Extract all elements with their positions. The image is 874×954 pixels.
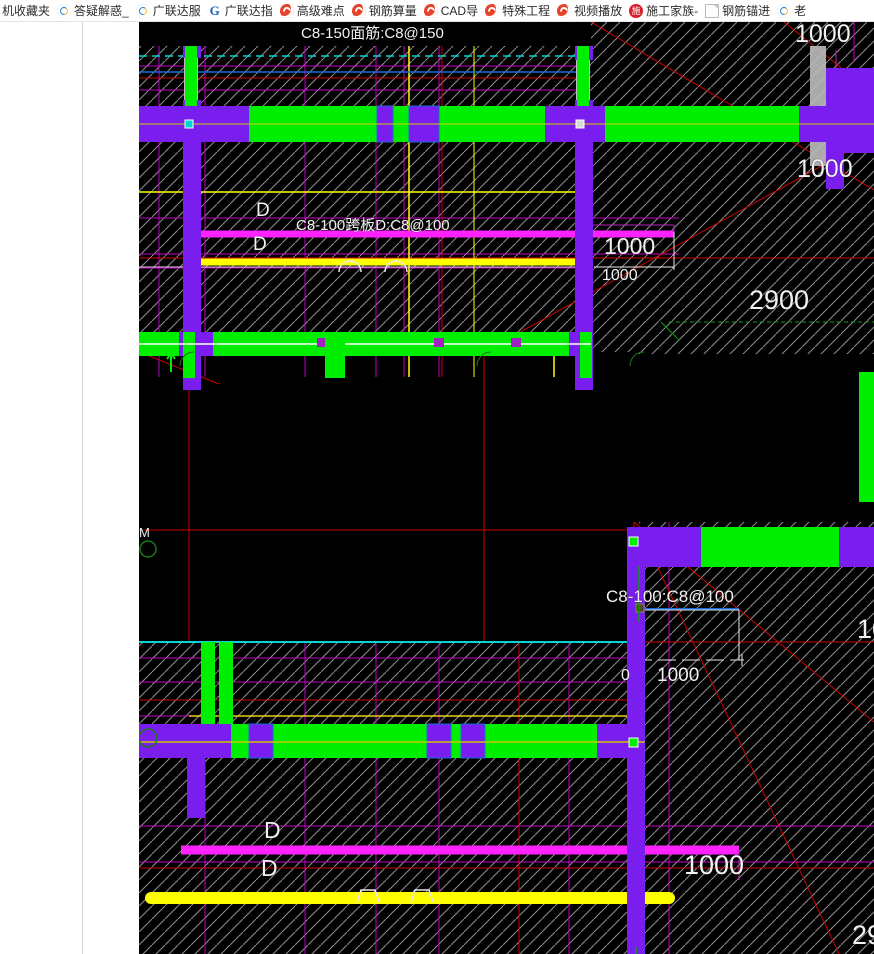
bookmark-label: 施工家族- — [646, 3, 699, 18]
swirl-icon — [57, 3, 72, 18]
cad-drawing-canvas[interactable]: C8-150面筋:C8@150 C8-100跨板D:C8@100 D D 100… — [139, 22, 874, 954]
bookmark-item[interactable]: 视频播放 — [555, 1, 627, 21]
bookmark-item[interactable]: 答疑解惑_ — [55, 1, 134, 21]
bookmark-item[interactable]: 钢筋锚进 — [703, 1, 775, 21]
cad-vector-drawing — [139, 22, 874, 954]
panel-divider — [82, 22, 83, 954]
bookmark-item[interactable]: 施 施工家族- — [627, 1, 703, 21]
bookmarks-bar: 机收藏夹 答疑解惑_ 广联达服 G 广联达指 高级难点 钢筋算量 CAD导 特殊 — [0, 0, 874, 22]
bookmark-item[interactable]: 高级难点 — [278, 1, 350, 21]
bookmark-label: 高级难点 — [296, 3, 345, 18]
swirl-icon — [777, 3, 792, 18]
bookmark-item[interactable]: 机收藏夹 — [0, 1, 55, 21]
bookmark-label: 答疑解惑_ — [74, 3, 129, 18]
bookmark-label: 特殊工程 — [502, 3, 551, 18]
bookmark-label: 老 — [794, 3, 807, 18]
browser-window: 机收藏夹 答疑解惑_ 广联达服 G 广联达指 高级难点 钢筋算量 CAD导 特殊 — [0, 0, 874, 954]
bookmark-item[interactable]: 特殊工程 — [483, 1, 555, 21]
bookmark-item[interactable]: CAD导 — [422, 1, 483, 21]
bookmark-item[interactable]: 广联达服 — [134, 1, 206, 21]
bookmark-label: CAD导 — [440, 3, 479, 18]
bookmark-label: 广联达指 — [224, 3, 273, 18]
page-icon — [705, 3, 720, 18]
bookmark-item[interactable]: 钢筋算量 — [350, 1, 422, 21]
column-lower-right-b — [627, 730, 645, 954]
bookmark-item[interactable]: 老 — [775, 1, 811, 21]
bookmark-item[interactable]: G 广联达指 — [206, 1, 278, 21]
bookmark-label: 钢筋算量 — [368, 3, 417, 18]
bookmark-label: 钢筋锚进 — [722, 3, 771, 18]
bookmark-label: 广联达服 — [152, 3, 201, 18]
left-blank-panel — [0, 22, 139, 954]
red-swirl-icon — [557, 3, 572, 18]
red-swirl-icon — [279, 3, 294, 18]
red-circle-icon: 施 — [629, 3, 644, 18]
g-icon: G — [207, 2, 222, 18]
bookmark-label: 视频播放 — [574, 3, 623, 18]
swirl-icon — [135, 3, 150, 18]
red-swirl-icon — [423, 3, 438, 18]
beam-band-upper — [139, 105, 874, 143]
bookmark-label: 机收藏夹 — [2, 3, 51, 18]
red-swirl-icon — [351, 3, 366, 18]
red-swirl-icon — [485, 3, 500, 18]
